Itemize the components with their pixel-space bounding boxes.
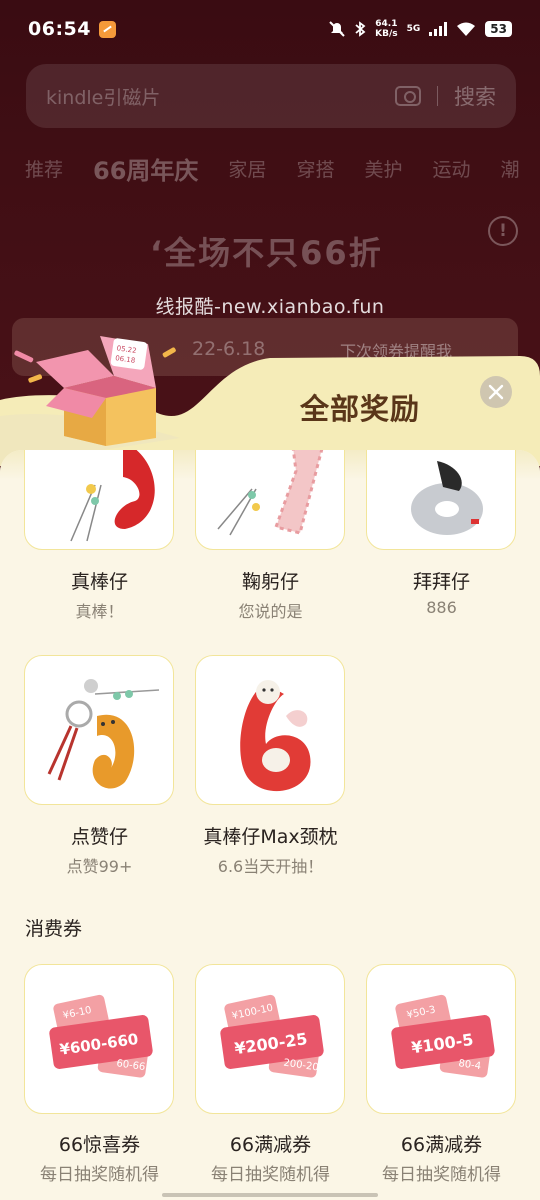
battery-indicator: 53 — [485, 21, 512, 37]
reward-desc: 您说的是 — [238, 602, 303, 621]
info-icon[interactable]: ! — [488, 216, 518, 246]
close-button[interactable] — [480, 376, 512, 408]
status-bar: 06:54 64.1 KB/s 5G 53 — [0, 0, 540, 58]
sheet-title: 全部奖励 — [300, 392, 421, 426]
reward-card[interactable] — [195, 450, 345, 550]
coupon-card[interactable]: ¥100-10 ¥200-25 200-20 — [195, 964, 345, 1114]
reward-desc: 真棒！ — [75, 602, 124, 621]
reward-card[interactable] — [366, 450, 516, 550]
coupon-desc: 每日抽奖随机得 — [382, 1165, 501, 1185]
search-button[interactable]: 搜索 — [454, 81, 496, 111]
tab-recommend[interactable]: 推荐 — [25, 155, 63, 182]
tab-trend[interactable]: 潮 — [500, 155, 519, 182]
tab-beauty[interactable]: 美护 — [364, 155, 402, 182]
net-speed-value: 64.1 — [375, 19, 398, 29]
reward-name: 真棒仔 — [70, 571, 128, 593]
search-placeholder: kindle引磁片 — [46, 86, 161, 109]
net-speed-unit: KB/s — [375, 29, 398, 39]
coupon-card[interactable]: ¥6-10 ¥600-660 60-66 — [24, 964, 174, 1114]
reward-name: 鞠躬仔 — [241, 571, 299, 593]
reward-name: 真棒仔Max颈枕 — [203, 826, 338, 848]
rewards-sheet-body[interactable]: 真棒仔 真棒！ 鞠躬仔 您说的是 拜拜仔 886 点赞仔 点赞99+ 真棒仔Ma… — [0, 450, 540, 1200]
watermark-text: 线报酷-new.xianbao.fun — [155, 296, 385, 318]
reward-card[interactable] — [24, 655, 174, 805]
reward-name: 点赞仔 — [70, 826, 128, 848]
reward-name: 拜拜仔 — [412, 571, 470, 593]
coupon-name: 66满减券 — [400, 1134, 483, 1156]
red-plush-keychain-icon — [70, 450, 155, 542]
red-neck-pillow-icon — [240, 680, 311, 792]
search-bar[interactable]: kindle引磁片 搜索 — [26, 64, 516, 128]
coupon-card[interactable]: ¥50-3 ¥100-5 80-4 — [366, 964, 516, 1114]
tab-home[interactable]: 家居 — [228, 155, 266, 182]
promo-title: ‘全场不只66折 — [150, 234, 383, 272]
tab-anniversary[interactable]: 66周年庆 — [93, 151, 198, 186]
category-tabs: 推荐 66周年庆 家居 穿搭 美护 运动 潮 — [0, 148, 540, 188]
coupon-name: 66惊喜券 — [58, 1134, 141, 1156]
network-type: 5G — [407, 24, 421, 34]
close-icon — [488, 384, 504, 400]
wifi-icon — [457, 22, 476, 36]
reward-card[interactable] — [195, 655, 345, 805]
coupon-name: 66满减券 — [229, 1134, 312, 1156]
search-divider — [437, 86, 438, 106]
network-label: 5G — [406, 24, 421, 34]
status-icons: 64.1 KB/s 5G 53 — [329, 19, 512, 39]
net-speed: 64.1 KB/s — [375, 19, 397, 39]
signal-icon — [429, 22, 448, 36]
bluetooth-icon — [355, 21, 366, 37]
silver-plush-keychain-icon — [411, 461, 483, 535]
home-indicator[interactable] — [162, 1193, 378, 1197]
gift-box-icon: 05.22 06.18 — [14, 336, 176, 446]
mute-icon — [329, 21, 345, 37]
reward-desc: 886 — [426, 598, 457, 617]
coupon-ticket-icon: ¥100-10 ¥200-25 200-20 — [220, 994, 324, 1078]
coupon-ticket-icon: ¥50-3 ¥100-5 80-4 — [391, 994, 495, 1078]
coupon-desc: 每日抽奖随机得 — [211, 1165, 330, 1185]
coupon-ticket-icon: ¥6-10 ¥600-660 60-66 — [49, 994, 153, 1078]
tab-sports[interactable]: 运动 — [432, 155, 470, 182]
reward-desc: 6.6当天开抽！ — [217, 857, 324, 876]
app-notification-icon — [98, 20, 116, 38]
reward-desc: 点赞99+ — [66, 857, 133, 876]
tab-outfit[interactable]: 穿搭 — [296, 155, 334, 182]
coupon-desc: 每日抽奖随机得 — [40, 1165, 159, 1185]
camera-icon[interactable] — [395, 86, 421, 106]
checkered-plush-keychain-icon — [217, 450, 324, 536]
reward-card[interactable] — [24, 450, 174, 550]
section-title-coupons: 消费券 — [25, 918, 83, 940]
orange-plush-keychain-icon — [47, 679, 160, 789]
status-time: 06:54 — [28, 18, 91, 40]
